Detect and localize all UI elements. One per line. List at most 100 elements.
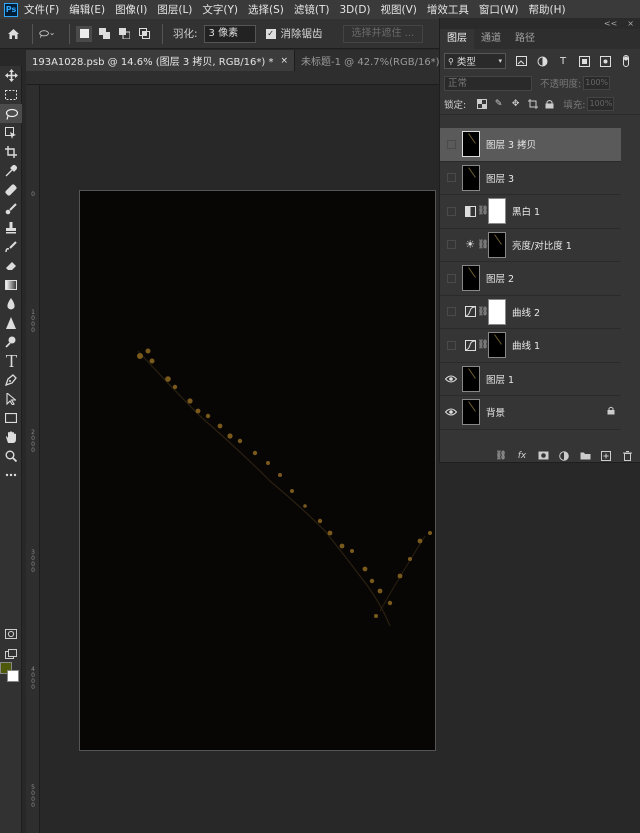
eraser-tool[interactable]: [0, 256, 22, 275]
menu-edit[interactable]: 编辑(E): [69, 2, 105, 17]
visibility-toggle[interactable]: [440, 340, 462, 350]
tab-paths[interactable]: 路径: [508, 29, 542, 49]
lock-all-icon[interactable]: [544, 98, 555, 109]
menu-filter[interactable]: 滤镜(T): [294, 2, 330, 17]
menu-file[interactable]: 文件(F): [24, 2, 59, 17]
blend-mode-select[interactable]: 正常: [444, 75, 532, 91]
history-brush-tool[interactable]: [0, 237, 22, 256]
lock-artboard-icon[interactable]: [527, 98, 538, 109]
eyedropper-tool[interactable]: [0, 161, 22, 180]
filter-adjustment-icon[interactable]: [536, 55, 548, 67]
menu-plugins[interactable]: 增效工具: [427, 2, 469, 17]
path-selection-tool[interactable]: [0, 389, 22, 408]
move-tool[interactable]: [0, 66, 22, 85]
menu-image[interactable]: 图像(I): [115, 2, 147, 17]
layer-mask-thumbnail[interactable]: [488, 231, 506, 258]
lock-transparent-pixels-icon[interactable]: [476, 98, 487, 109]
link-icon[interactable]: ⛓: [477, 307, 488, 317]
fx-icon[interactable]: fx: [516, 450, 528, 462]
background-color-swatch[interactable]: [7, 670, 19, 682]
antialias-checkbox[interactable]: ✓: [265, 28, 276, 39]
trash-icon[interactable]: [621, 450, 633, 462]
link-icon[interactable]: ⛓: [477, 206, 488, 216]
lasso-tool-preset[interactable]: [39, 26, 55, 42]
tab-layers[interactable]: 图层: [440, 29, 474, 49]
add-selection-button[interactable]: [96, 26, 112, 42]
gradient-tool[interactable]: [0, 275, 22, 294]
hand-tool[interactable]: [0, 427, 22, 446]
pen-tool[interactable]: [0, 370, 22, 389]
link-icon[interactable]: ⛓: [477, 340, 488, 350]
visibility-toggle[interactable]: [440, 307, 462, 317]
menu-layer[interactable]: 图层(L): [157, 2, 192, 17]
visibility-toggle[interactable]: [440, 273, 462, 283]
object-select-tool[interactable]: [0, 123, 22, 142]
menu-window[interactable]: 窗口(W): [479, 2, 519, 17]
marquee-tool[interactable]: [0, 85, 22, 104]
document-canvas[interactable]: [79, 190, 436, 751]
dodge-tool[interactable]: [0, 332, 22, 351]
lasso-tool[interactable]: [0, 104, 22, 123]
menu-help[interactable]: 帮助(H): [529, 2, 566, 17]
more-tools[interactable]: [0, 465, 22, 484]
fill-input[interactable]: 100%: [587, 96, 615, 111]
menu-view[interactable]: 视图(V): [381, 2, 417, 17]
new-group-icon[interactable]: [579, 450, 591, 462]
lock-image-pixels-icon[interactable]: ✎: [493, 98, 504, 109]
layer-row[interactable]: 图层 1: [440, 363, 621, 396]
layer-filter-select[interactable]: ⚲ 类型 ▾: [444, 53, 506, 69]
brush-tool[interactable]: [0, 199, 22, 218]
visibility-toggle[interactable]: [440, 206, 462, 216]
layer-row[interactable]: 图层 3 拷贝: [440, 128, 621, 162]
new-selection-button[interactable]: [76, 25, 92, 42]
menu-type[interactable]: 文字(Y): [202, 2, 238, 17]
link-icon[interactable]: ⛓: [477, 240, 488, 250]
opacity-input[interactable]: 100%: [583, 76, 611, 90]
feather-input[interactable]: 3 像素: [203, 24, 256, 43]
layer-mask-thumbnail[interactable]: [488, 332, 506, 359]
filter-toggle-icon[interactable]: [620, 55, 632, 67]
close-icon[interactable]: ×: [280, 56, 288, 66]
layer-mask-thumbnail[interactable]: [488, 198, 506, 225]
sharpen-tool[interactable]: [0, 313, 22, 332]
filter-smart-object-icon[interactable]: [599, 55, 611, 67]
blur-tool[interactable]: [0, 294, 22, 313]
tab-channels[interactable]: 通道: [474, 29, 508, 49]
zoom-tool[interactable]: [0, 446, 22, 465]
filter-pixel-icon[interactable]: [515, 55, 527, 67]
healing-brush-tool[interactable]: [0, 180, 22, 199]
link-layers-icon[interactable]: ⛓: [495, 450, 507, 462]
home-button[interactable]: [0, 28, 26, 40]
visibility-toggle[interactable]: [440, 408, 462, 416]
layer-row[interactable]: ⛓ 曲线 1: [440, 329, 621, 363]
new-layer-icon[interactable]: [600, 450, 612, 462]
visibility-toggle[interactable]: [440, 139, 462, 149]
menu-3d[interactable]: 3D(D): [339, 4, 370, 16]
layer-row[interactable]: ⛓ 黑白 1: [440, 195, 621, 229]
layer-row[interactable]: ⛓ 曲线 2: [440, 296, 621, 329]
filter-type-icon[interactable]: T: [557, 55, 569, 67]
quick-mask-button[interactable]: [0, 624, 22, 643]
lock-position-icon[interactable]: ✥: [510, 98, 521, 109]
menu-select[interactable]: 选择(S): [248, 2, 284, 17]
new-adjustment-layer-icon[interactable]: [558, 450, 570, 462]
type-tool[interactable]: [0, 351, 22, 370]
crop-tool[interactable]: [0, 142, 22, 161]
layer-row[interactable]: 背景: [440, 396, 621, 430]
visibility-toggle[interactable]: [440, 240, 462, 250]
filter-shape-icon[interactable]: [578, 55, 590, 67]
rectangle-tool[interactable]: [0, 408, 22, 427]
layer-row[interactable]: ☀ ⛓ 亮度/对比度 1: [440, 229, 621, 262]
clone-stamp-tool[interactable]: [0, 218, 22, 237]
subtract-selection-button[interactable]: [116, 26, 132, 42]
screen-mode-button[interactable]: [0, 644, 22, 663]
close-panel-icon[interactable]: ×: [627, 19, 634, 28]
layer-mask-thumbnail[interactable]: [488, 298, 506, 325]
intersect-selection-button[interactable]: [136, 26, 152, 42]
add-mask-icon[interactable]: [537, 450, 549, 462]
layer-row[interactable]: 图层 3: [440, 162, 621, 195]
collapse-panel-icon[interactable]: <<: [604, 19, 617, 28]
layer-row[interactable]: 图层 2: [440, 262, 621, 296]
select-and-mask-button[interactable]: 选择并遮住 ...: [342, 24, 424, 43]
visibility-toggle[interactable]: [440, 375, 462, 383]
